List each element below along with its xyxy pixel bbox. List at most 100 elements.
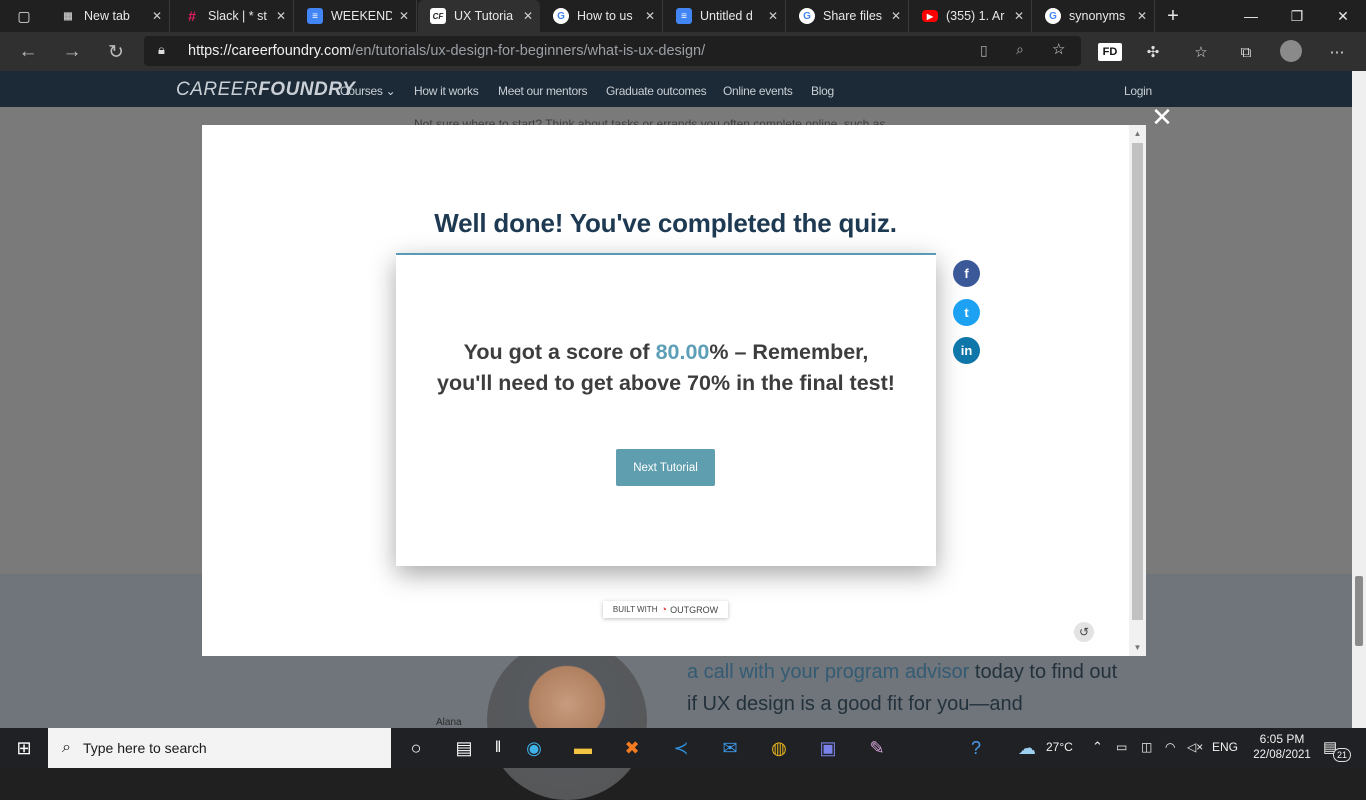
nav-meet-our-mentors[interactable]: Meet our mentors (498, 84, 588, 98)
tray-chevron-icon[interactable]: ⌃ (1092, 739, 1103, 755)
site-navigation: CAREERFOUNDRY Courses ⌄ How it works Mee… (0, 71, 1352, 107)
url-text: https://careerfoundry.com/en/tutorials/u… (188, 43, 706, 59)
tab-close-icon[interactable]: ✕ (516, 9, 540, 23)
nav-blog[interactable]: Blog (811, 84, 834, 98)
wifi-icon[interactable]: ◠ (1165, 740, 1175, 754)
more-menu-icon[interactable]: ⋯ (1326, 41, 1348, 63)
nav-courses[interactable]: Courses ⌄ (340, 84, 396, 98)
slack-icon: # (188, 8, 196, 24)
browser-tab[interactable]: G How to us ✕ (541, 0, 663, 32)
page-scrollbar[interactable] (1352, 71, 1366, 728)
favorite-star-icon[interactable]: ☆ (1052, 40, 1065, 58)
tab-close-icon[interactable]: ✕ (884, 9, 908, 23)
new-tab-button[interactable]: + (1158, 0, 1188, 32)
zoom-icon[interactable]: ⌕ (1016, 41, 1024, 58)
tab-close-icon[interactable]: ✕ (638, 9, 662, 23)
clock-time[interactable]: 6:05 PM (1258, 732, 1306, 746)
browser-tab[interactable]: ≡ Untitled d ✕ (664, 0, 786, 32)
quiz-title: Well done! You've completed the quiz. (434, 208, 897, 238)
teams-icon[interactable]: ▣ (814, 734, 842, 762)
address-bar[interactable]: 🔒︎ https://careerfoundry.com/en/tutorial… (144, 36, 1081, 66)
browser-tab[interactable]: ≡ WEEKEND ✕ (295, 0, 417, 32)
advisor-promo-text: a call with your program advisor today t… (687, 661, 1118, 715)
careerfoundry-logo[interactable]: CAREERFOUNDRY (176, 79, 355, 101)
maximize-button[interactable]: ❐ (1274, 0, 1320, 32)
browser-tab[interactable]: ▶ (355) 1. Ar ✕ (910, 0, 1032, 32)
browser-tab-strip: ▢ ▦ New tab ✕ # Slack | * st ✕ ≡ WEEKEND ✕ CF UX T… (0, 0, 1366, 32)
task-view-icon[interactable]: ▤ (450, 734, 478, 762)
weather-temperature[interactable]: 27°C (1046, 740, 1073, 754)
volume-icon[interactable]: ◁× (1187, 740, 1203, 754)
extensions-icon[interactable]: ✣ (1142, 41, 1164, 63)
modal-scrollbar[interactable]: ▲ ▼ (1129, 125, 1146, 656)
refresh-button[interactable]: ↻ (101, 37, 131, 67)
language-indicator[interactable]: ENG (1212, 740, 1238, 754)
profile-avatar[interactable] (1280, 40, 1302, 62)
browser-tab[interactable]: # Slack | * st ✕ (172, 0, 294, 32)
immersive-reader-icon[interactable]: ▯ (980, 42, 988, 59)
scroll-down-icon[interactable]: ▼ (1129, 643, 1146, 652)
modal-scrollbar-thumb[interactable] (1132, 143, 1143, 620)
window-close-button[interactable]: ✕ (1320, 0, 1366, 32)
meet-icon[interactable]: ◫ (1141, 740, 1152, 754)
tab-label: WEEKEND (331, 9, 392, 23)
weather-icon[interactable]: ☁ (1013, 734, 1041, 762)
google-icon: G (1045, 8, 1061, 24)
nav-graduate-outcomes[interactable]: Graduate outcomes (606, 84, 707, 98)
youtube-icon: ▶ (922, 10, 938, 22)
battery-icon[interactable]: ▭ (1116, 740, 1127, 754)
cortana-icon[interactable]: ○ (402, 734, 430, 762)
tab-label: Slack | * st (208, 9, 267, 23)
modal-close-icon[interactable]: ✕ (1149, 104, 1175, 130)
twitter-icon[interactable]: t (953, 299, 980, 326)
help-icon[interactable]: ? (962, 734, 990, 762)
taskbar-search[interactable]: ⌕ Type here to search (48, 728, 391, 768)
google-icon: G (799, 8, 815, 24)
tab-close-icon[interactable]: ✕ (269, 9, 293, 23)
tab-actions-icon[interactable]: ▢ (4, 0, 44, 32)
windows-start-icon[interactable]: ⊞ (10, 734, 38, 762)
tab-label: New tab (84, 9, 130, 23)
tab-close-icon[interactable]: ✕ (1130, 9, 1154, 23)
tab-close-icon[interactable]: ✕ (392, 9, 416, 23)
xampp-icon[interactable]: ✖ (618, 734, 646, 762)
notification-count: 21 (1333, 748, 1351, 762)
mail-icon[interactable]: ✉ (716, 734, 744, 762)
profile-extension-icon[interactable]: FD (1098, 43, 1122, 61)
browser-tab[interactable]: Gsynonyms ✕ (1033, 0, 1155, 32)
collections-icon[interactable]: ⧉ (1235, 41, 1257, 63)
minimize-button[interactable]: — (1228, 0, 1274, 32)
scroll-up-icon[interactable]: ▲ (1129, 129, 1146, 138)
back-button[interactable]: ← (13, 37, 43, 67)
clock-date[interactable]: 22/08/2021 (1249, 749, 1315, 761)
file-explorer-icon[interactable]: ▬ (569, 734, 597, 762)
browser-tab[interactable]: G Share files ✕ (787, 0, 909, 32)
score-value: 80.00 (655, 340, 710, 364)
favorites-icon[interactable]: ☆ (1190, 41, 1212, 63)
advisor-call-link[interactable]: a call with your program advisor (687, 661, 969, 683)
edge-icon[interactable]: ◉ (520, 734, 548, 762)
tab-close-icon[interactable]: ✕ (761, 9, 785, 23)
windows-taskbar: ⊞ ⌕ Type here to search ○ ▤ ‖ ◉ ▬ ✖ ≺ ✉ … (0, 728, 1366, 768)
chrome-icon[interactable]: ◍ (765, 734, 793, 762)
search-icon: ⌕ (62, 739, 71, 756)
next-tutorial-button[interactable]: Next Tutorial (616, 449, 715, 486)
tab-close-icon[interactable]: ✕ (145, 9, 169, 23)
linkedin-icon[interactable]: in (953, 337, 980, 364)
browser-tab[interactable]: CF UX Tutoria ✕ (418, 0, 540, 32)
nav-how-it-works[interactable]: How it works (414, 84, 479, 98)
tab-label: Share files (823, 9, 883, 23)
restart-icon[interactable]: ↺ (1074, 622, 1094, 642)
paint-icon[interactable]: ✎ (863, 734, 891, 762)
browser-tab[interactable]: ▦ New tab ✕ (48, 0, 170, 32)
tab-close-icon[interactable]: ✕ (1007, 9, 1031, 23)
facebook-icon[interactable]: f (953, 260, 980, 287)
page-scrollbar-thumb[interactable] (1355, 576, 1363, 646)
nav-online-events[interactable]: Online events (723, 84, 793, 98)
built-with-outgrow-badge[interactable]: BUILT WITH ◔ OUTGROW (603, 601, 728, 618)
forward-button[interactable]: → (57, 37, 87, 67)
vscode-icon[interactable]: ≺ (667, 734, 695, 762)
nav-login[interactable]: Login (1124, 84, 1152, 98)
advisor-name: Alana (436, 717, 462, 728)
docs-icon: ≡ (676, 8, 692, 24)
